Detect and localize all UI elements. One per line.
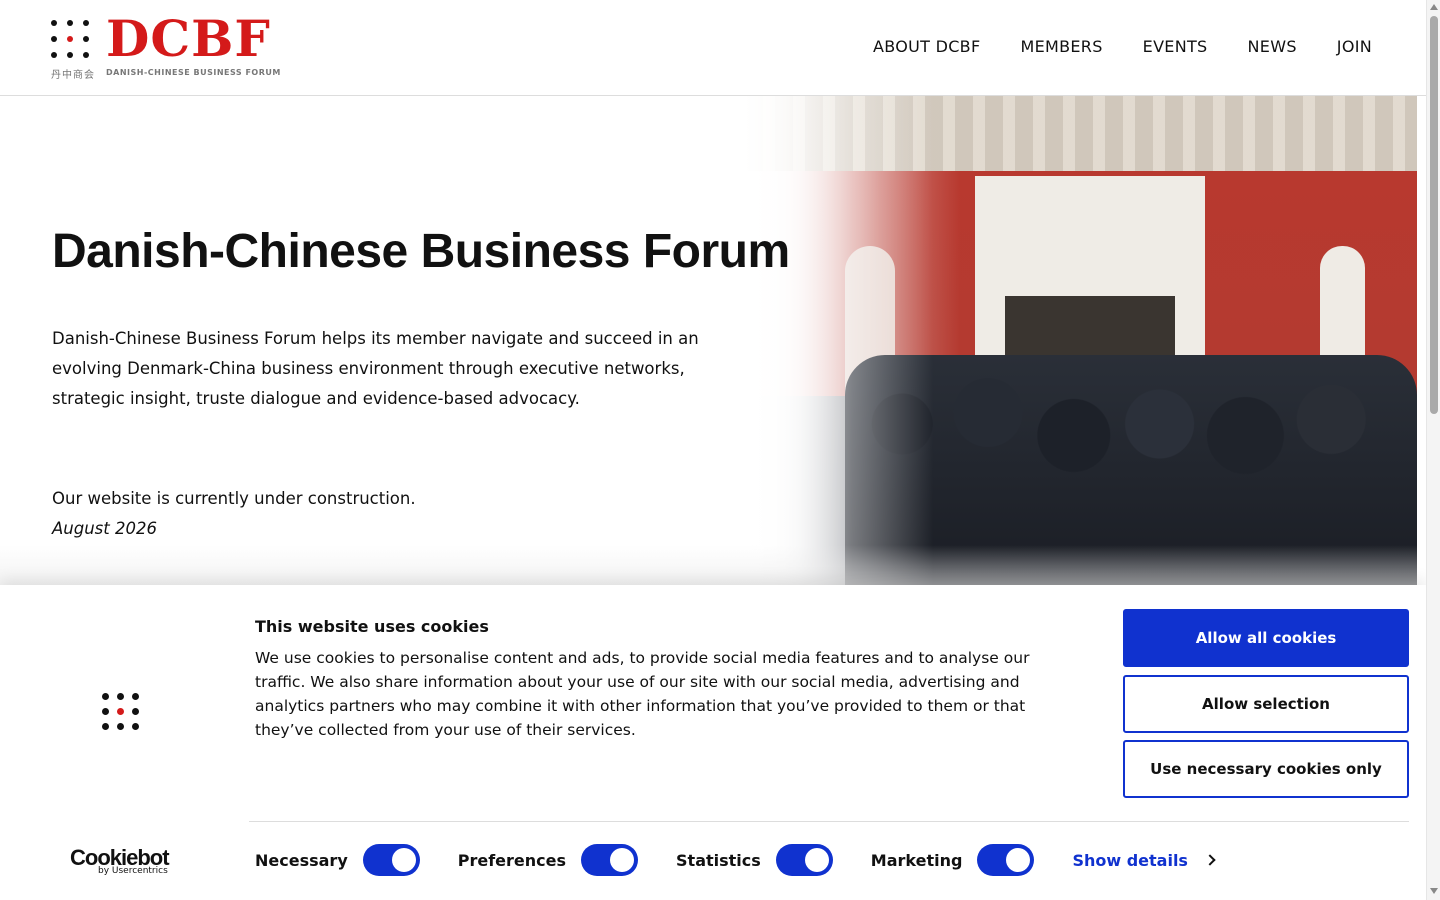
main-nav: ABOUT DCBF MEMBERS EVENTS NEWS JOIN xyxy=(873,37,1372,56)
toggle-label-preferences: Preferences xyxy=(457,850,567,870)
toggle-statistics: Statistics xyxy=(676,844,833,876)
nav-item-join[interactable]: JOIN xyxy=(1337,37,1372,56)
toggle-label-statistics: Statistics xyxy=(676,850,761,870)
nav-item-members[interactable]: MEMBERS xyxy=(1020,37,1102,56)
statistics-switch[interactable] xyxy=(775,844,833,876)
construction-notice: Our website is currently under construct… xyxy=(52,489,416,508)
hero-description: Danish-Chinese Business Forum helps its … xyxy=(52,329,699,408)
nav-item-news[interactable]: NEWS xyxy=(1248,37,1297,56)
allow-selection-button[interactable]: Allow selection xyxy=(1123,675,1409,733)
page-title: Danish-Chinese Business Forum xyxy=(52,225,790,278)
nav-item-events[interactable]: EVENTS xyxy=(1143,37,1208,56)
cookie-banner-text: We use cookies to personalise content an… xyxy=(255,649,1030,739)
cookiebot-logo-sub: by Usercentrics xyxy=(98,866,168,876)
hero-bottom-fade xyxy=(0,545,1417,585)
cookie-banner: Cookiebot by Usercentrics This website u… xyxy=(0,585,1426,900)
necessary-switch[interactable] xyxy=(362,844,420,876)
scroll-down-arrow-icon[interactable] xyxy=(1430,888,1438,894)
toggle-marketing: Marketing xyxy=(871,844,1035,876)
cookie-toggle-row: Necessary Preferences Statistics Marketi… xyxy=(255,844,1216,876)
site-header: 丹中商会 DCBF DANISH-CHINESE BUSINESS FORUM … xyxy=(0,0,1426,96)
logo-subtitle: DANISH-CHINESE BUSINESS FORUM xyxy=(106,68,281,77)
scrollbar-thumb[interactable] xyxy=(1430,16,1438,414)
hero-image-fade xyxy=(745,96,1417,585)
hero-section: Danish-Chinese Business Forum Danish-Chi… xyxy=(0,96,1417,585)
logo-chinese-name: 丹中商会 xyxy=(51,70,95,81)
preferences-switch[interactable] xyxy=(581,844,639,876)
show-details-label: Show details xyxy=(1072,850,1188,870)
marketing-switch[interactable] xyxy=(977,844,1035,876)
notice-date: August 2026 xyxy=(52,519,157,538)
nav-item-about[interactable]: ABOUT DCBF xyxy=(873,37,980,56)
site-logo[interactable]: 丹中商会 DCBF DANISH-CHINESE BUSINESS FORUM xyxy=(51,14,280,81)
scroll-up-arrow-icon[interactable] xyxy=(1430,4,1438,10)
cookie-banner-divider xyxy=(249,821,1409,822)
allow-all-cookies-button[interactable]: Allow all cookies xyxy=(1123,609,1409,667)
page-scrollbar[interactable] xyxy=(1426,0,1440,900)
toggle-preferences: Preferences xyxy=(457,844,639,876)
cookiebot-dots-icon xyxy=(102,693,142,733)
logo-dots-icon xyxy=(51,20,91,60)
cookie-banner-title: This website uses cookies xyxy=(255,617,489,636)
logo-wordmark: DCBF xyxy=(106,9,271,68)
chevron-right-icon xyxy=(1204,854,1216,866)
toggle-label-necessary: Necessary xyxy=(255,850,348,870)
necessary-cookies-only-button[interactable]: Use necessary cookies only xyxy=(1123,740,1409,798)
show-details-link[interactable]: Show details xyxy=(1072,850,1216,870)
toggle-label-marketing: Marketing xyxy=(870,850,963,870)
toggle-necessary: Necessary xyxy=(255,844,420,876)
